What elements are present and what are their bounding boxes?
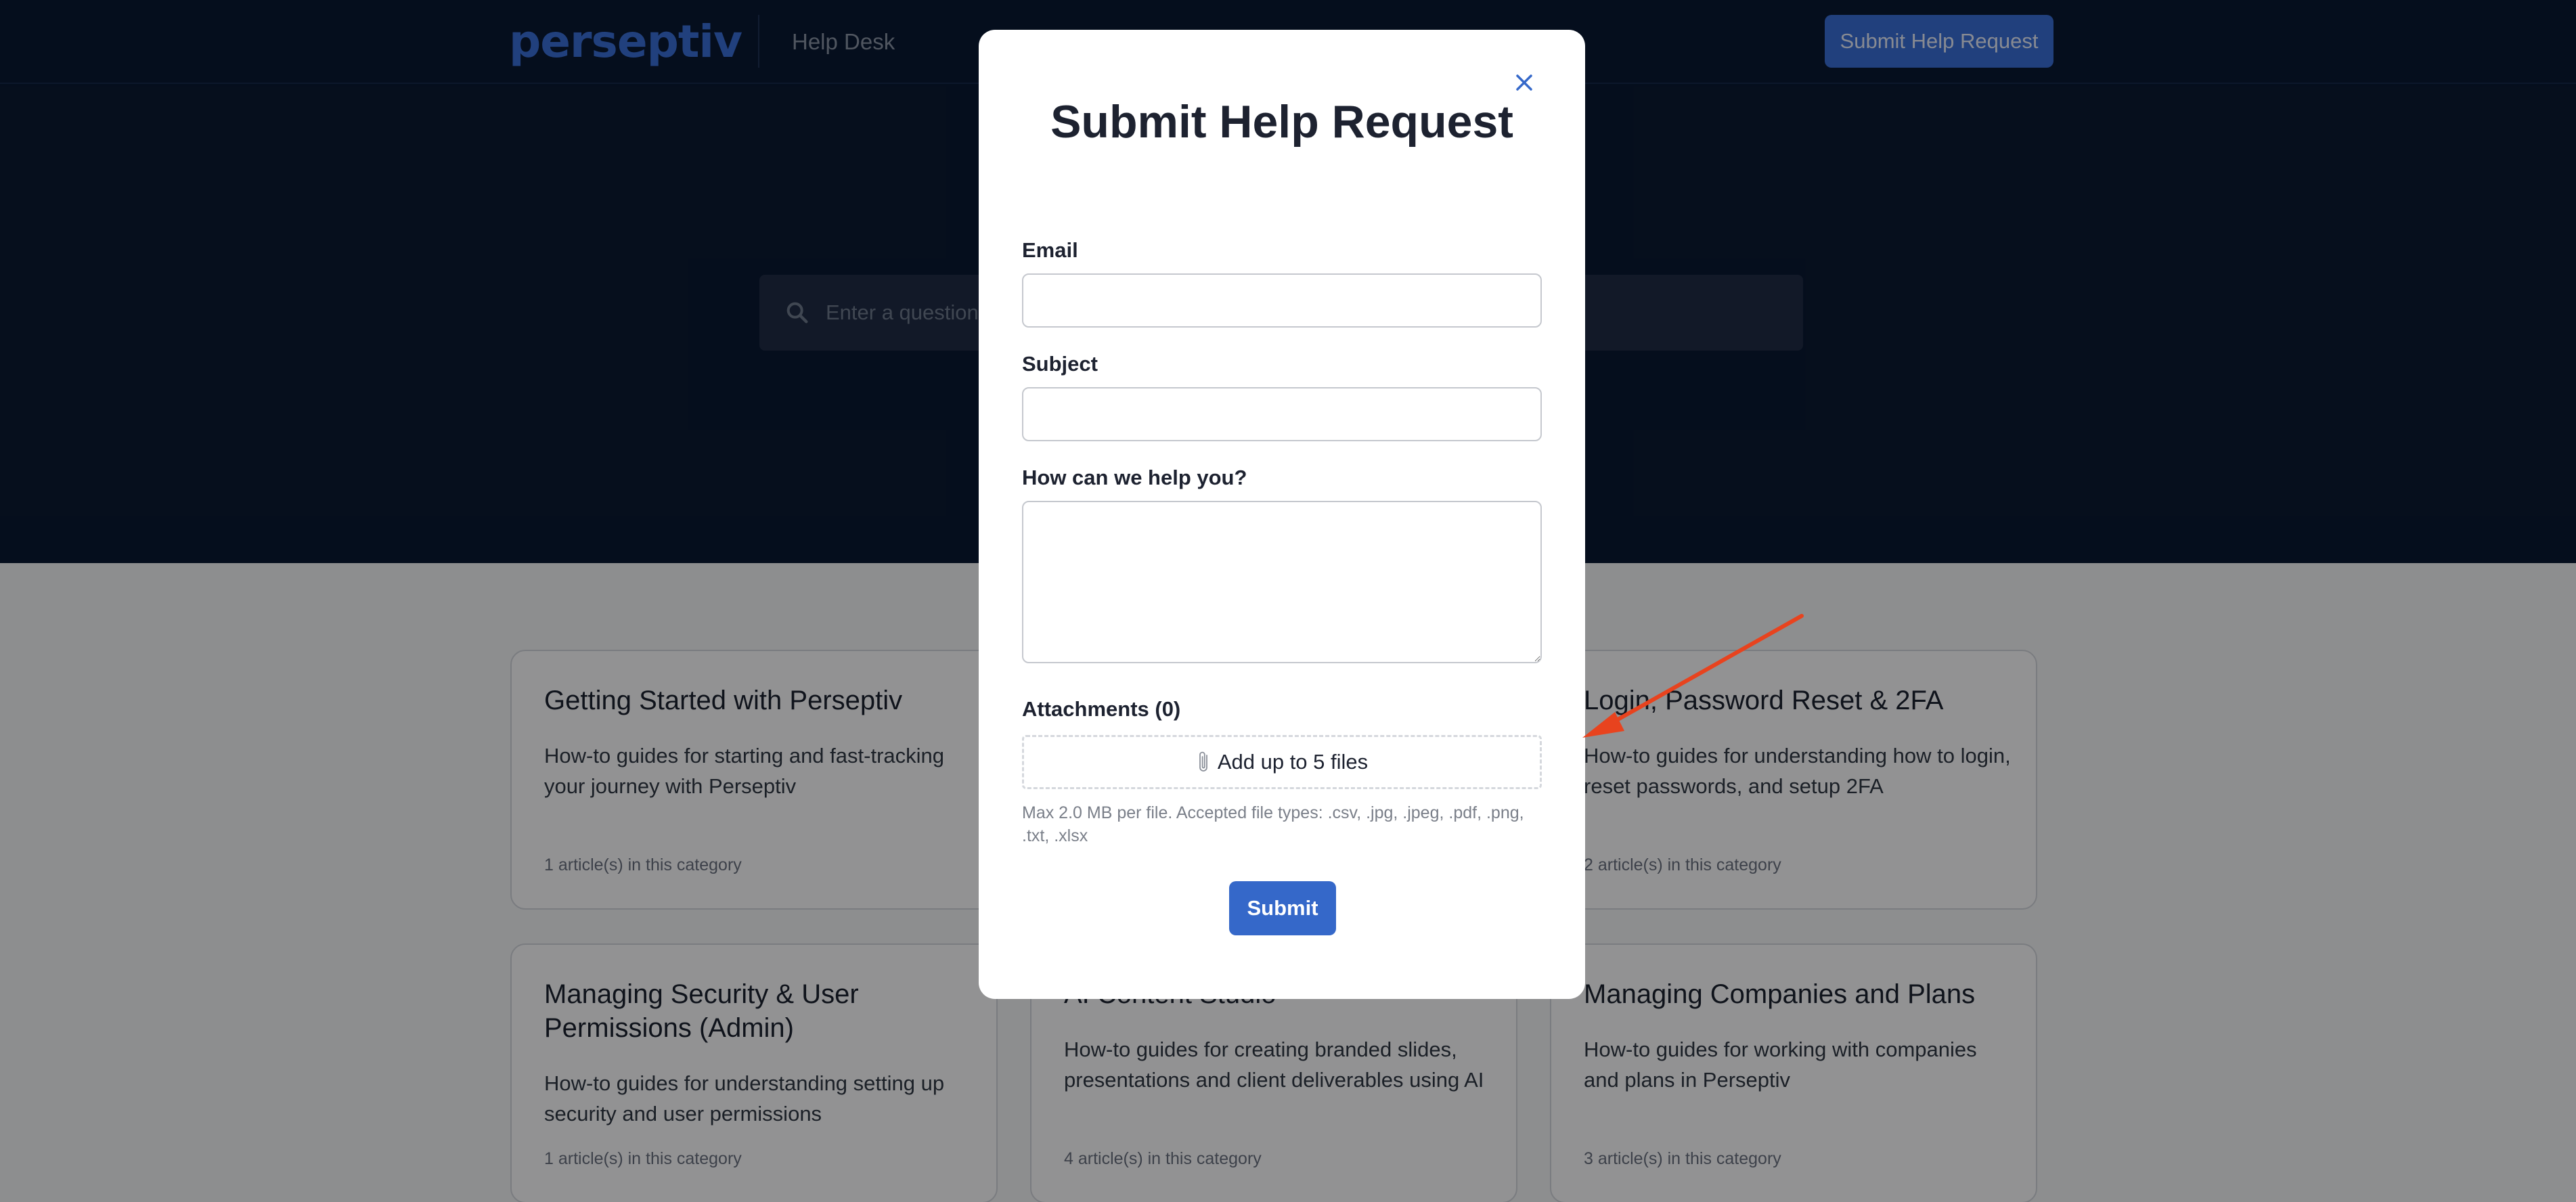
email-field[interactable]	[1022, 273, 1542, 328]
modal-title: Submit Help Request	[1050, 96, 1513, 148]
add-files-label: Add up to 5 files	[1217, 750, 1369, 774]
paperclip-icon	[1199, 751, 1207, 772]
submit-button[interactable]: Submit	[1229, 881, 1336, 935]
message-label: How can we help you?	[1022, 466, 1247, 489]
subject-field[interactable]	[1022, 387, 1542, 441]
message-textarea[interactable]	[1022, 501, 1542, 663]
email-label: Email	[1022, 238, 1078, 262]
add-files-button[interactable]: Add up to 5 files	[1022, 735, 1542, 789]
subject-label: Subject	[1022, 352, 1098, 376]
submit-help-request-modal: Submit Help Request Email Subject How ca…	[979, 30, 1585, 999]
attachments-label: Attachments (0)	[1022, 697, 1181, 721]
attachment-help-text: Max 2.0 MB per file. Accepted file types…	[1022, 803, 1524, 845]
